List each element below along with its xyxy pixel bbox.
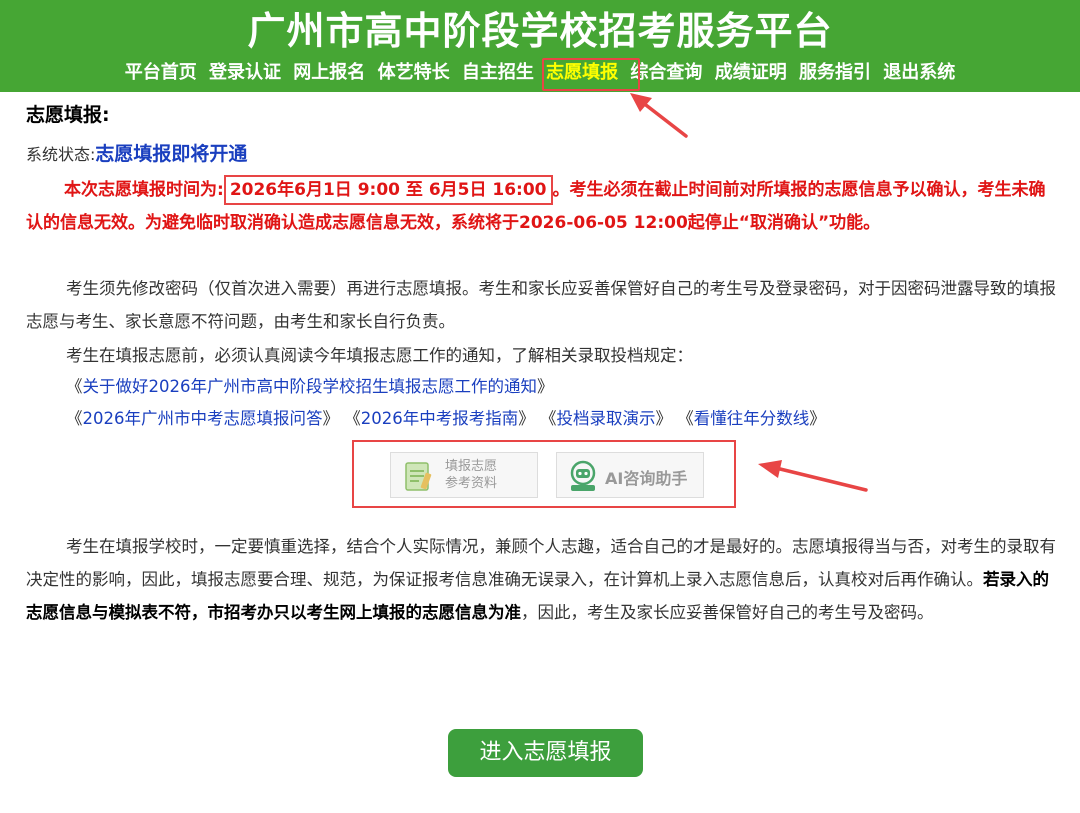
reading-paragraph: 考生在填报志愿前，必须认真阅读今年填报志愿工作的通知，了解相关录取投档规定： — [66, 346, 693, 365]
reference-material-button[interactable]: 填报志愿 参考资料 — [390, 452, 538, 498]
link-guide[interactable]: 2026年中考报考指南 — [361, 409, 519, 428]
header-bar: 广州市高中阶段学校招考服务平台 平台首页 登录认证 网上报名 体艺特长 自主招生… — [0, 0, 1080, 92]
nav-item-independent-admission[interactable]: 自主招生 — [462, 58, 534, 88]
nav-item-home[interactable]: 平台首页 — [125, 58, 197, 88]
status-value: 志愿填报即将开通 — [95, 143, 248, 165]
nav-item-logout[interactable]: 退出系统 — [883, 58, 955, 88]
nav-item-certificate[interactable]: 成绩证明 — [715, 58, 787, 88]
links-row-1: 《关于做好2026年广州市高中阶段学校招生填报志愿工作的通知》 — [66, 377, 554, 396]
link-scores[interactable]: 看懂往年分数线 — [694, 409, 810, 428]
nav-item-arts-sports[interactable]: 体艺特长 — [378, 58, 450, 88]
reference-label-line1: 填报志愿 — [445, 459, 498, 474]
ai-assistant-robot-icon — [570, 460, 596, 491]
reference-button-label: 填报志愿 参考资料 — [445, 458, 525, 492]
selection-paragraph: 考生在填报学校时，一定要慎重选择，结合个人实际情况，兼顾个人志趣，适合自己的才是… — [26, 530, 1062, 629]
enter-application-button[interactable]: 进入志愿填报 — [448, 729, 643, 777]
password-paragraph: 考生须先修改密码（仅首次进入需要）再进行志愿填报。考生和家长应妥善保管好自己的考… — [26, 279, 1056, 331]
selection-text: 考生在填报学校时，一定要慎重选择，结合个人实际情况，兼顾个人志趣，适合自己的才是… — [26, 537, 1056, 589]
annotation-arrow-icon — [758, 460, 868, 492]
nav-item-service-guide[interactable]: 服务指引 — [799, 58, 871, 88]
section-title: 志愿填报: — [26, 104, 110, 126]
link-qa[interactable]: 2026年广州市中考志愿填报问答 — [83, 409, 323, 428]
notice-time-box: 2026年6月1日 9:00 至 6月5日 16:00 — [223, 175, 553, 205]
nav-item-registration[interactable]: 网上报名 — [293, 58, 365, 88]
document-clipboard-icon — [405, 462, 432, 491]
links-row-2: 《2026年广州市中考志愿填报问答》 《2026年中考报考指南》 《投档录取演示… — [66, 409, 826, 428]
selection-end-text: ，因此，考生及家长应妥善保管好自己的考生号及密码。 — [521, 603, 934, 622]
link-notice[interactable]: 关于做好2026年广州市高中阶段学校招生填报志愿工作的通知 — [83, 377, 538, 396]
nav-item-login[interactable]: 登录认证 — [209, 58, 281, 88]
notice-prefix: 本次志愿填报时间为: — [64, 180, 224, 200]
reference-label-line2: 参考资料 — [445, 476, 498, 491]
system-status: 系统状态:志愿填报即将开通 — [26, 139, 247, 166]
main-nav: 平台首页 登录认证 网上报名 体艺特长 自主招生 志愿填报 综合查询 成绩证明 … — [0, 58, 1080, 88]
deadline-notice: 本次志愿填报时间为: 2026年6月1日 9:00 至 6月5日 16:00 。考生… — [26, 174, 1060, 240]
ai-button-label: AI咨询助手 — [605, 469, 688, 488]
ai-assistant-button[interactable]: AI咨询助手 — [556, 452, 704, 498]
site-title: 广州市高中阶段学校招考服务平台 — [247, 9, 833, 53]
status-label: 系统状态: — [26, 145, 96, 164]
nav-item-query[interactable]: 综合查询 — [630, 58, 702, 88]
annotation-arrow-icon — [630, 93, 688, 138]
link-demo[interactable]: 投档录取演示 — [557, 409, 656, 428]
nav-highlight-box — [542, 58, 640, 91]
